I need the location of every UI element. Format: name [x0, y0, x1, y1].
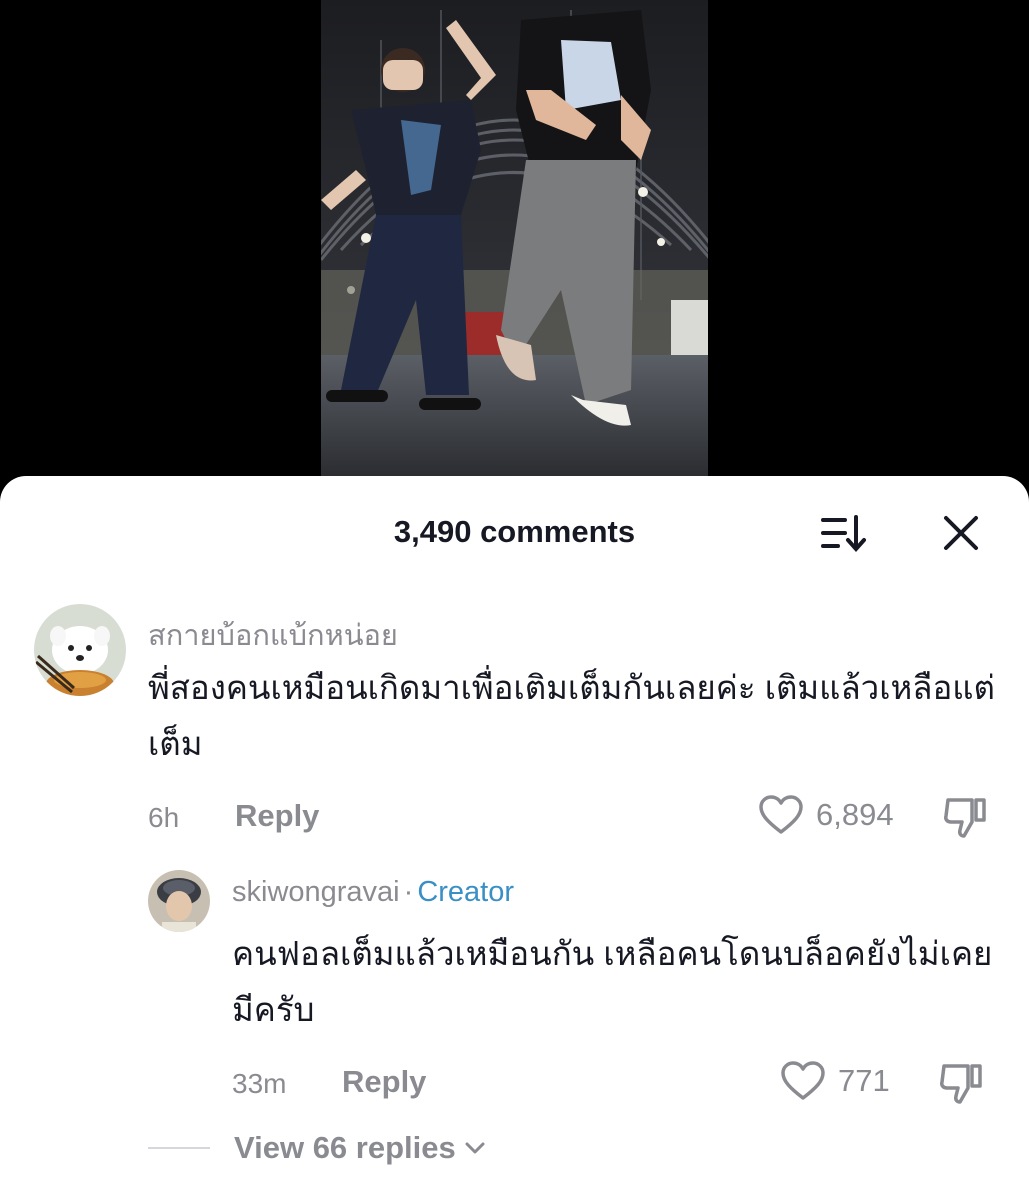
view-replies-button[interactable]: View 66 replies: [148, 1130, 488, 1166]
thumbs-down-icon: [944, 798, 986, 838]
reply-button[interactable]: Reply: [342, 1064, 426, 1100]
divider: [148, 1147, 210, 1149]
comment-username[interactable]: สกายบ้อกแบ้กหน่อย: [148, 612, 398, 658]
reply-timestamp: 33m: [232, 1068, 287, 1099]
video-player[interactable]: [0, 0, 1029, 520]
comment-text: พี่สองคนเหมือนเกิดมาเพื่อเติมเต็มกันเลยค…: [148, 669, 995, 762]
heart-icon: [781, 1061, 825, 1100]
comments-sheet: 3,490 comments สกายบ้อกแบ้กหน่อย พี่สองค…: [0, 476, 1029, 1200]
comment-timestamp: 6h: [148, 802, 180, 833]
like-count: 6,894: [816, 797, 894, 832]
dislike-button[interactable]: [938, 1060, 986, 1111]
heart-icon: [759, 795, 803, 834]
chevron-down-icon: [465, 1142, 485, 1154]
like-button[interactable]: 771: [780, 1060, 890, 1102]
video-thumbnail-image: [321, 0, 708, 478]
video-frame[interactable]: [321, 0, 708, 478]
reply-text: คนฟอลเต็มแล้วเหมือนกัน เหลือคนโดนบล็อคยั…: [232, 935, 993, 1028]
reply-username-line: skiwongravai · Creator: [232, 876, 514, 909]
like-count: 771: [838, 1063, 890, 1098]
reply-username[interactable]: skiwongravai: [232, 876, 400, 908]
reply-button[interactable]: Reply: [235, 798, 319, 834]
creator-badge: Creator: [417, 876, 515, 908]
avatar[interactable]: [148, 870, 210, 932]
like-button[interactable]: 6,894: [758, 794, 894, 836]
avatar[interactable]: [34, 604, 126, 696]
comments-count-title: 3,490 comments: [393, 514, 636, 549]
sort-descending-icon[interactable]: [818, 512, 872, 554]
view-replies-label: View 66 replies: [234, 1130, 456, 1165]
close-icon[interactable]: [940, 512, 982, 554]
dislike-button[interactable]: [942, 794, 990, 845]
separator-dot: ·: [403, 876, 414, 908]
thumbs-down-icon: [940, 1064, 982, 1104]
